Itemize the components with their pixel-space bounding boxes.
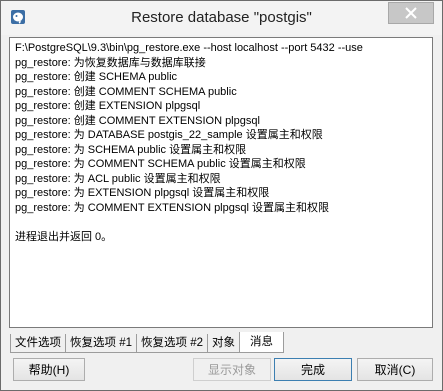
log-line: pg_restore: 创建 EXTENSION plpgsql	[15, 100, 201, 112]
tab-restore-options-1[interactable]: 恢复选项 #1	[65, 334, 137, 353]
messages-log[interactable]: F:\PostgreSQL\9.3\bin\pg_restore.exe --h…	[9, 37, 433, 328]
log-blank-line	[15, 215, 432, 230]
tab-restore-options-2[interactable]: 恢复选项 #2	[136, 334, 208, 353]
tab-file-options[interactable]: 文件选项	[10, 334, 66, 353]
help-button[interactable]: 帮助(H)	[13, 358, 85, 381]
cancel-button[interactable]: 取消(C)	[357, 358, 433, 381]
log-exit-status: 进程退出并返回 0。	[15, 230, 113, 243]
log-line: pg_restore: 为 SCHEMA public 设置属主和权限	[15, 143, 247, 156]
log-line: pg_restore: 创建 SCHEMA public	[15, 71, 178, 83]
tab-objects[interactable]: 对象	[207, 334, 240, 353]
restore-dialog: Restore database "postgis" F:\PostgreSQL…	[0, 0, 443, 391]
title-bar[interactable]: Restore database "postgis"	[1, 1, 442, 35]
close-icon	[405, 7, 417, 19]
close-button[interactable]	[388, 2, 434, 24]
log-line: pg_restore: 创建 COMMENT SCHEMA public	[15, 85, 237, 98]
log-line: pg_restore: 为恢复数据库与数据库联接	[15, 56, 206, 69]
tab-messages[interactable]: 消息	[239, 332, 284, 353]
log-line: F:\PostgreSQL\9.3\bin\pg_restore.exe --h…	[15, 42, 363, 54]
display-objects-button[interactable]: 显示对象	[193, 358, 271, 381]
log-line: pg_restore: 创建 COMMENT EXTENSION plpgsql	[15, 114, 260, 127]
log-line: pg_restore: 为 DATABASE postgis_22_sample…	[15, 129, 323, 141]
log-line: pg_restore: 为 COMMENT SCHEMA public 设置属主…	[15, 158, 306, 170]
tab-bar: 文件选项 恢复选项 #1 恢复选项 #2 对象 消息	[10, 332, 284, 353]
log-line: pg_restore: 为 ACL public 设置属主和权限	[15, 172, 221, 185]
done-button[interactable]: 完成	[274, 358, 352, 381]
log-line: pg_restore: 为 COMMENT EXTENSION plpgsql …	[15, 201, 329, 214]
log-line: pg_restore: 为 EXTENSION plpgsql 设置属主和权限	[15, 187, 270, 199]
window-title: Restore database "postgis"	[131, 9, 312, 26]
